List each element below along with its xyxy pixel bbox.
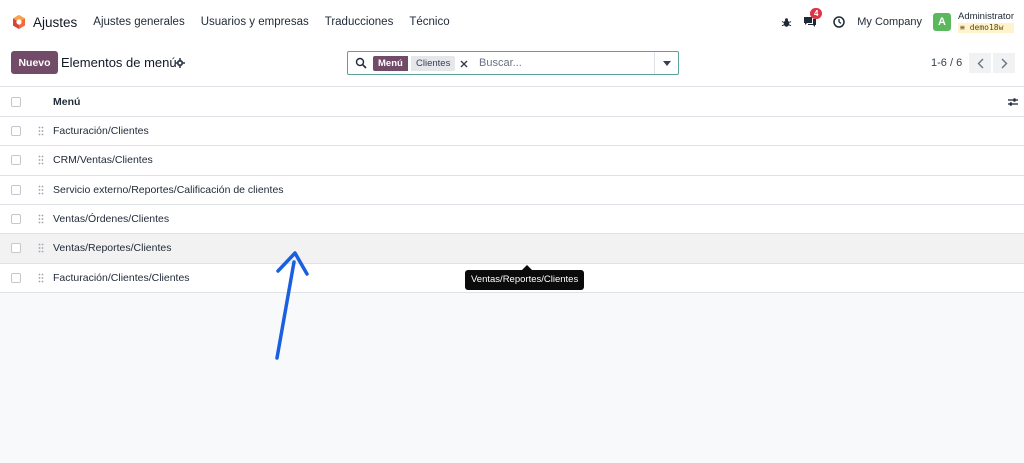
- menu-ajustes-generales[interactable]: Ajustes generales: [93, 16, 184, 28]
- table-row[interactable]: Servicio externo/Reportes/Calificación d…: [0, 175, 1024, 205]
- database-badge: ≡ demo18w: [958, 23, 1014, 33]
- user-menu[interactable]: Administrator ≡ demo18w: [958, 11, 1014, 33]
- table-row[interactable]: Facturación/Clientes: [0, 117, 1024, 147]
- row-checkbox[interactable]: [11, 126, 21, 136]
- row-checkbox[interactable]: [11, 243, 21, 254]
- database-name: demo18w: [969, 23, 1004, 32]
- drag-handle-icon[interactable]: [38, 273, 44, 283]
- systray: 4 My Company A Administrator ≡ demo18w: [778, 0, 1024, 44]
- drag-handle-icon[interactable]: [38, 185, 44, 195]
- table-row[interactable]: CRM/Ventas/Clientes: [0, 146, 1024, 176]
- menu-cell: Ventas/Reportes/Clientes: [53, 242, 172, 255]
- menu-tecnico[interactable]: Técnico: [409, 16, 449, 28]
- row-checkbox[interactable]: [11, 213, 21, 224]
- drag-handle-icon[interactable]: [38, 214, 44, 224]
- chevron-left-icon: [977, 58, 983, 68]
- search-options-toggle[interactable]: [654, 52, 678, 74]
- messages-badge: 4: [810, 8, 823, 19]
- search-facet-label: Menú: [373, 56, 408, 71]
- list-header: Menú: [0, 87, 1024, 117]
- row-checkbox[interactable]: [11, 184, 21, 195]
- search-facet-value: Clientes: [411, 56, 456, 71]
- search-icon[interactable]: [355, 57, 367, 69]
- row-checkbox[interactable]: [11, 155, 21, 166]
- breadcrumb-title: Elementos de menú: [61, 55, 177, 70]
- row-checkbox[interactable]: [11, 272, 21, 283]
- select-all-checkbox[interactable]: [11, 97, 21, 107]
- table-row[interactable]: Ventas/Reportes/Clientes: [0, 234, 1024, 264]
- drag-handle-icon[interactable]: [38, 155, 44, 165]
- menu-cell: Facturación/Clientes: [53, 125, 149, 137]
- chevron-right-icon: [1001, 58, 1007, 68]
- optional-columns-icon[interactable]: [1007, 96, 1019, 108]
- menu-cell: CRM/Ventas/Clientes: [53, 154, 153, 167]
- facet-remove-icon[interactable]: [459, 57, 468, 70]
- messages-icon[interactable]: 4: [802, 8, 823, 30]
- menu-items-list: Menú Facturación/Clientes CRM/Ventas/Cli…: [0, 87, 1024, 293]
- pager-next-button[interactable]: [993, 53, 1015, 73]
- debug-bug-icon[interactable]: [778, 14, 794, 30]
- top-navbar: Ajustes Ajustes generales Usuarios y emp…: [0, 0, 1024, 44]
- app-name[interactable]: Ajustes: [33, 15, 77, 30]
- main-menu: Ajustes generales Usuarios y empresas Tr…: [93, 16, 465, 28]
- pager-previous-button[interactable]: [969, 53, 991, 73]
- user-avatar[interactable]: A: [933, 13, 952, 31]
- company-switcher[interactable]: My Company: [857, 16, 922, 28]
- activity-clock-icon[interactable]: [831, 14, 847, 30]
- control-panel: Nuevo Elementos de menú Menú Clientes 1-: [0, 44, 1024, 87]
- gear-icon[interactable]: [175, 58, 185, 68]
- caret-down-icon: [662, 60, 671, 66]
- search-bar: Menú Clientes: [347, 51, 679, 75]
- database-icon: ≡: [960, 23, 965, 32]
- odoo-logo-icon[interactable]: [11, 14, 27, 30]
- menu-cell: Ventas/Órdenes/Clientes: [53, 212, 170, 225]
- pager-value[interactable]: 1-6 / 6: [931, 57, 962, 69]
- menu-usuarios-y-empresas[interactable]: Usuarios y empresas: [201, 16, 309, 28]
- table-row[interactable]: Ventas/Órdenes/Clientes: [0, 204, 1024, 235]
- user-name: Administrator: [958, 11, 1014, 22]
- menu-traducciones[interactable]: Traducciones: [325, 16, 394, 28]
- menu-cell: Servicio externo/Reportes/Calificación d…: [53, 183, 284, 196]
- tooltip: Ventas/Reportes/Clientes: [465, 270, 585, 290]
- column-header-menu[interactable]: Menú: [53, 96, 80, 108]
- drag-handle-icon[interactable]: [38, 243, 44, 253]
- drag-handle-icon[interactable]: [38, 126, 44, 136]
- search-input[interactable]: [479, 54, 649, 72]
- new-button[interactable]: Nuevo: [11, 51, 58, 74]
- menu-cell: Facturación/Clientes/Clientes: [53, 271, 190, 284]
